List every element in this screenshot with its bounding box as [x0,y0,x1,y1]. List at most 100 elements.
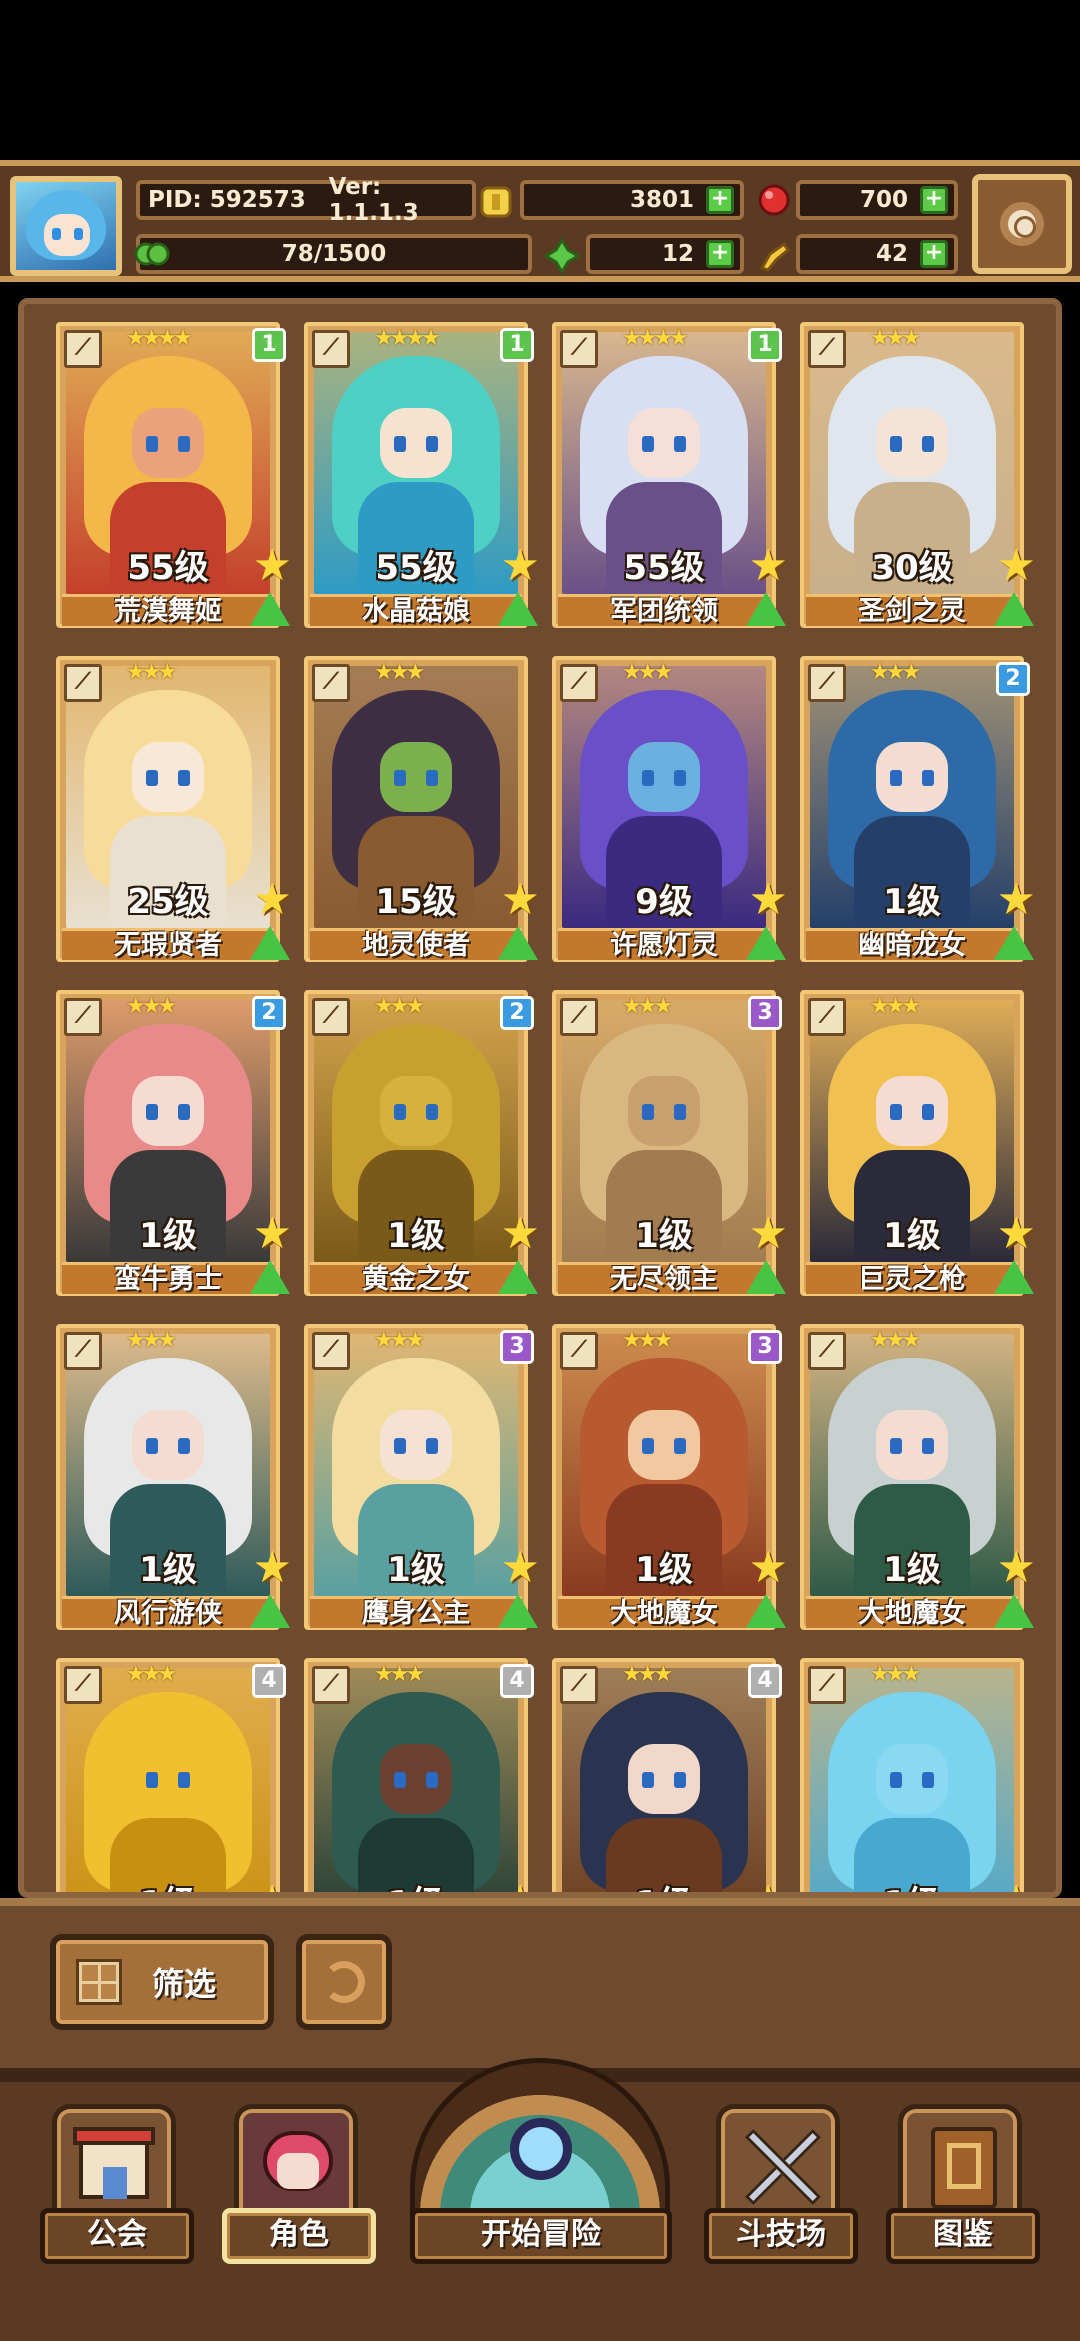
character-card[interactable]: ⟋ ★★★ 30级 圣剑之灵 ★ [800,322,1036,636]
star-icon: ★ [748,874,788,925]
character-level: 55级 [623,548,705,588]
character-card[interactable]: ⟋ ★★★ 2 1级 幽暗龙女 ★ [800,656,1036,970]
upgrade-arrow-icon [746,1594,786,1628]
name-plate: 地灵使者 [310,928,522,961]
character-name: 军团统领 [610,596,718,627]
clover-value: 12 [661,241,694,267]
rarity-stars: ★★★ [374,994,425,1019]
character-card[interactable]: ⟋ ★★★ 4 1级★ [552,1658,788,1892]
avatar-face [44,214,90,256]
star-icon: ★ [997,1880,1036,1893]
filter-label: 筛选 [152,1965,217,2003]
character-card[interactable]: ⟋ ★★★★ 1 55级 荒漠舞姬 ★ [56,322,292,636]
add-gold-button[interactable]: + [706,186,734,214]
star-icon: ★ [500,540,540,591]
upgrade-arrow-icon [994,926,1034,960]
rarity-stars: ★★★ [870,1328,921,1353]
star-icon: ★ [748,540,788,591]
star-icon: ★ [500,1542,540,1593]
filter-bar: 筛选 [0,1898,1080,2068]
character-card[interactable]: ⟋ ★★★ 3 1级 鹰身公主 ★ [304,1324,540,1638]
rarity-stars: ★★★ [870,994,921,1019]
name-plate: 圣剑之灵 [806,594,1018,627]
rarity-stars: ★★★★ [126,326,193,351]
horn-icon [759,241,790,272]
rarity-stars: ★★★ [126,1328,177,1353]
class-icon: ⟋ [560,1332,598,1370]
class-icon: ⟋ [64,330,102,368]
upgrade-arrow-icon [250,1594,290,1628]
class-icon: ⟋ [808,998,846,1036]
character-card[interactable]: ⟋ ★★★ 3 1级 大地魔女 ★ [552,1324,788,1638]
player-avatar[interactable] [10,176,122,276]
magnifier-icon [510,2118,572,2180]
pid-label: PID: 592573 [148,187,306,213]
character-card[interactable]: ⟋ ★★★ 2 1级 黄金之女 ★ [304,990,540,1304]
character-card[interactable]: ⟋ ★★★ 4 1级★ [304,1658,540,1892]
star-icon: ★ [252,1208,292,1259]
class-icon: ⟋ [560,330,598,368]
character-level: 1级 [56,1876,280,1892]
upgrade-arrow-icon [746,592,786,626]
character-card[interactable]: ⟋ ★★★ 1级 大地魔女 ★ [800,1324,1036,1638]
rank-badge: 4 [748,1664,782,1698]
avatar-eye [52,228,61,240]
clover-bar: 12 + [586,234,744,274]
nav-guild-label: 公会 [40,2208,194,2264]
upgrade-arrow-icon [994,1594,1034,1628]
rank-badge: 1 [500,328,534,362]
character-card[interactable]: ⟋ ★★★ 4 1级★ [56,1658,292,1892]
rank-badge: 1 [748,328,782,362]
upgrade-arrow-icon [746,1260,786,1294]
star-icon: ★ [253,1880,292,1893]
character-card[interactable]: ⟋ ★★★★ 1 55级军团统领 ★ [552,322,788,636]
character-level: 1级 [387,1550,445,1590]
leaf-icon [134,242,170,266]
add-clover-button[interactable]: + [706,240,734,268]
character-card[interactable]: ⟋ ★★★ 1级 巨灵之枪 ★ [800,990,1036,1304]
character-name: 地灵使者 [362,930,470,961]
character-level: 1级 [139,1216,197,1256]
name-plate: 黄金之女 [310,1262,522,1295]
gems-bar: 700 + [796,180,958,220]
character-card[interactable]: ⟋ ★★★ 2 1级 蛮牛勇士 ★ [56,990,292,1304]
upgrade-arrow-icon [250,592,290,626]
rank-badge: 2 [500,996,534,1030]
add-keys-button[interactable]: + [920,240,948,268]
rank-badge: 4 [252,1664,286,1698]
character-card[interactable]: ⟋ ★★★ 3 1级 无尽领主 ★ [552,990,788,1304]
character-name: 大地魔女 [610,1598,718,1629]
character-level: 25级 [127,882,209,922]
character-card[interactable]: ⟋ ★★★ 1级★ [800,1658,1036,1892]
avatar-eye [74,228,83,240]
character-card[interactable]: ⟋ ★★★ 15级 地灵使者 ★ [304,656,540,970]
character-card[interactable]: ⟋ ★★★ 25级 无瑕贤者 ★ [56,656,292,970]
reset-sort-button[interactable] [296,1934,392,2030]
rarity-stars: ★★★ [622,1662,673,1687]
clover-icon [544,238,580,274]
rarity-stars: ★★★ [622,1328,673,1353]
rarity-stars: ★★★★ [622,326,689,351]
character-name: 水晶菇娘 [362,596,470,627]
character-name: 幽暗龙女 [858,930,966,961]
star-icon: ★ [996,540,1036,591]
character-card[interactable]: ⟋ ★★★ 9级 许愿灯灵 ★ [552,656,788,970]
character-level: 1级 [139,1550,197,1590]
character-name: 圣剑之灵 [858,596,966,627]
gems-value: 700 [859,187,908,213]
nav-adventure-label: 开始冒险 [410,2208,672,2264]
class-icon: ⟋ [312,664,350,702]
star-icon: ★ [748,1542,788,1593]
rarity-stars: ★★★ [374,1662,425,1687]
filter-button[interactable]: 筛选 [50,1934,274,2030]
class-icon: ⟋ [312,1666,350,1704]
stamina-bar: 78/1500 [134,234,532,274]
character-card[interactable]: ⟋ ★★★★ 1 55级 水晶菇娘 ★ [304,322,540,636]
upgrade-arrow-icon [498,1260,538,1294]
settings-button[interactable] [972,174,1072,274]
add-gems-button[interactable]: + [920,186,948,214]
character-card[interactable]: ⟋ ★★★ 1级 风行游侠 ★ [56,1324,292,1638]
rarity-stars: ★★★ [126,1662,177,1687]
bottom-navigation: 公会 角色 开始冒险 斗技场 图鉴 [0,2058,1080,2341]
character-level: 1级 [883,1216,941,1256]
